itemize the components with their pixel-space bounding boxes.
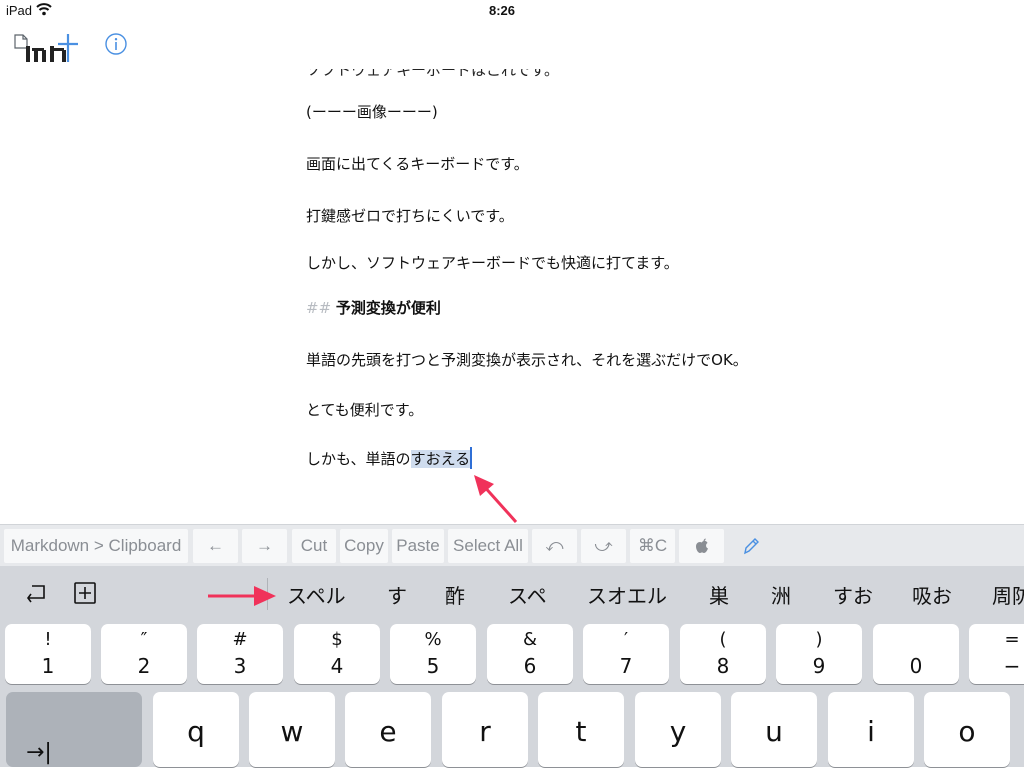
key-shift-label: = (1004, 629, 1020, 650)
info-icon[interactable] (104, 32, 128, 56)
cursor-right-button[interactable]: → (242, 529, 287, 563)
key-shift-label: # (232, 629, 248, 650)
key-label: 4 (330, 654, 344, 678)
insert-icon[interactable] (72, 580, 98, 606)
key-label: 6 (523, 654, 537, 678)
paste-button[interactable]: Paste (392, 529, 444, 563)
text-line: 画面に出てくるキーボードです。 (306, 155, 529, 173)
shortcut-bar: Markdown > Clipboard ← → Cut Copy Paste … (0, 524, 1024, 567)
candidate[interactable]: 洲 (771, 580, 791, 609)
key-t[interactable]: t (538, 692, 624, 767)
key-e[interactable]: e (345, 692, 431, 767)
copy-button[interactable]: Copy (340, 529, 388, 563)
key-u[interactable]: u (731, 692, 817, 767)
key-label: 2 (137, 654, 151, 678)
cursor-left-button[interactable]: ← (193, 529, 238, 563)
command-c-button[interactable]: ⌘C (630, 529, 675, 563)
candidate[interactable]: 吸お (912, 580, 952, 609)
key-shift-label: ) (815, 629, 823, 650)
key-label: 7 (619, 654, 633, 678)
candidate[interactable]: 酢 (445, 580, 465, 609)
annotation-arrow-right (208, 586, 276, 606)
key-label: 8 (716, 654, 730, 678)
text-line: (ーーー画像ーーー) (306, 103, 438, 121)
line-prefix: しかも、単語の (306, 450, 411, 468)
heading-marker: ## (306, 299, 332, 317)
document-add-icon[interactable] (12, 32, 82, 68)
software-keyboard: ! 1 ″ 2 #3 $4 % 5 & 6 ′ 7 (8 ) 9 0 = − →| q w e… (0, 622, 1024, 767)
candidate[interactable]: スペ (508, 580, 547, 609)
key-label: 0 (909, 654, 923, 678)
key-shift-label: $ (331, 629, 343, 650)
candidate[interactable]: スペル (287, 580, 346, 609)
candidate[interactable]: すお (833, 580, 873, 609)
key-label: 1 (41, 654, 55, 678)
key-3[interactable]: #3 (197, 624, 283, 684)
markdown-clipboard-button[interactable]: Markdown > Clipboard (4, 529, 188, 563)
key-8[interactable]: (8 (680, 624, 766, 684)
text-line: ソフトウェアキーボードはこれです。 (306, 61, 560, 79)
key-i[interactable]: i (828, 692, 914, 767)
cut-button[interactable]: Cut (292, 529, 336, 563)
key-q[interactable]: q (153, 692, 239, 767)
annotation-arrow-up (474, 475, 518, 524)
key-1[interactable]: ! 1 (5, 624, 91, 684)
key-7[interactable]: ′ 7 (583, 624, 669, 684)
key-minus[interactable]: = − (969, 624, 1024, 684)
key-label: − (1003, 654, 1021, 678)
key-w[interactable]: w (249, 692, 335, 767)
key-0[interactable]: 0 (873, 624, 959, 684)
status-bar: iPad 8:26 (0, 0, 1024, 22)
candidate[interactable]: スオエル (587, 580, 667, 609)
key-6[interactable]: & 6 (487, 624, 573, 684)
key-shift-label: & (522, 629, 538, 650)
key-shift-label: ( (719, 629, 727, 650)
key-shift-label: % (424, 629, 442, 650)
text-line: しかし、ソフトウェアキーボードでも快適に打てます。 (306, 254, 679, 272)
key-2[interactable]: ″ 2 (101, 624, 187, 684)
redo-button[interactable]: ⤻ (581, 529, 626, 563)
key-label: 5 (426, 654, 440, 678)
pencil-icon (743, 538, 759, 555)
marked-text: すおえる (410, 450, 471, 468)
clock: 8:26 (488, 3, 516, 18)
heading-text: 予測変換が便利 (335, 299, 441, 317)
key-5[interactable]: % 5 (390, 624, 476, 684)
prediction-bar: スペル す 酢 スペ スオエル 巣 洲 すお 吸お 周防 (0, 566, 1024, 622)
select-all-button[interactable]: Select All (448, 529, 528, 563)
edit-button[interactable] (728, 529, 773, 563)
apple-icon (695, 538, 708, 553)
key-4[interactable]: $4 (294, 624, 380, 684)
undo-input-icon[interactable] (24, 580, 50, 606)
key-o[interactable]: o (924, 692, 1010, 767)
key-shift-label: ″ (140, 629, 148, 650)
candidate[interactable]: 巣 (709, 580, 729, 609)
text-line: 打鍵感ゼロで打ちにくいです。 (306, 207, 514, 225)
key-label: 3 (233, 654, 247, 678)
text-caret (470, 447, 473, 469)
tab-icon: →| (26, 740, 52, 765)
key-label: 9 (812, 654, 826, 678)
key-shift-label: ! (44, 629, 52, 650)
text-line: 単語の先頭を打つと予測変換が表示され、それを選ぶだけでOK。 (306, 351, 748, 369)
text-line: とても便利です。 (306, 401, 424, 419)
undo-button[interactable]: ⤺ (532, 529, 577, 563)
key-shift-label: ′ (623, 629, 629, 650)
key-9[interactable]: ) 9 (776, 624, 862, 684)
candidate[interactable]: す (387, 580, 407, 609)
text-line: しかも、単語のすおえる (306, 447, 473, 469)
heading-line: ## 予測変換が便利 (306, 298, 441, 318)
tab-key[interactable]: →| (6, 692, 142, 767)
key-y[interactable]: y (635, 692, 721, 767)
candidate[interactable]: 周防 (992, 580, 1024, 609)
key-r[interactable]: r (442, 692, 528, 767)
apple-button[interactable] (679, 529, 724, 563)
